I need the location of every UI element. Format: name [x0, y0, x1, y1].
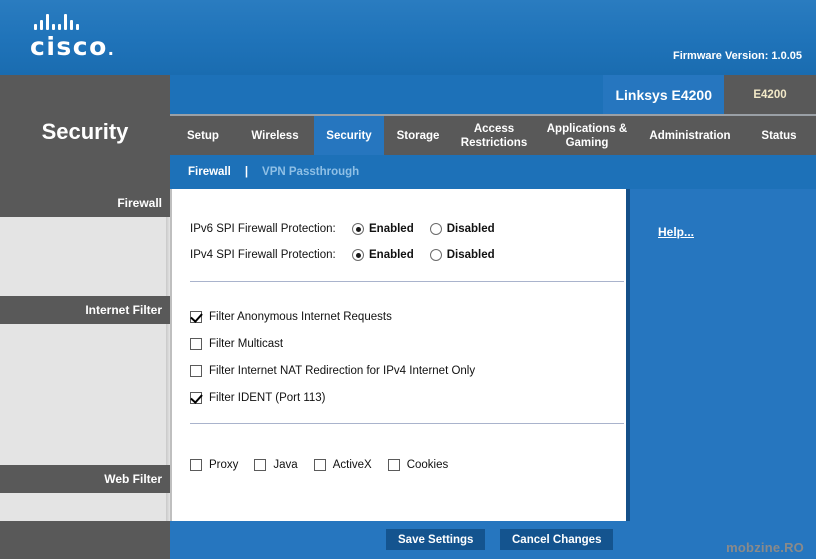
- model-name: Linksys E4200: [603, 75, 724, 114]
- internet-filter-label-2: Filter Internet NAT Redirection for IPv4…: [209, 365, 476, 377]
- internet-filter-row-0[interactable]: Filter Anonymous Internet Requests: [190, 311, 392, 323]
- ipv4-spi-row: IPv4 SPI Firewall Protection: Enabled Di…: [190, 249, 511, 261]
- web-filter-label-1: Java: [273, 459, 298, 471]
- ipv4-spi-label: IPv4 SPI Firewall Protection:: [190, 249, 336, 261]
- web-filter-list: Proxy Java ActiveX Cookies: [190, 459, 464, 471]
- cisco-logo: cisco.: [28, 14, 148, 61]
- web-filter-item-cookies[interactable]: Cookies: [387, 459, 449, 471]
- internet-filter-checkbox-3[interactable]: [190, 392, 202, 404]
- ipv4-spi-disabled-radio[interactable]: [429, 249, 442, 261]
- web-filter-item-activex[interactable]: ActiveX: [313, 459, 372, 471]
- footer-bar: Save Settings Cancel Changes mobzine.RO: [170, 521, 816, 559]
- sub-nav-bar[interactable]: Firewall | VPN Passthrough: [170, 155, 816, 189]
- router-admin-page: cisco. Firmware Version: 1.0.05 Security…: [0, 0, 816, 559]
- cisco-wordmark: cisco.: [28, 32, 148, 61]
- help-link[interactable]: Help...: [658, 225, 694, 239]
- ipv6-spi-disabled-label: Disabled: [446, 223, 495, 235]
- ipv6-spi-radio-group[interactable]: Enabled Disabled: [352, 223, 511, 235]
- firmware-version: Firmware Version: 1.0.05: [672, 50, 802, 62]
- internet-filter-label-1: Filter Multicast: [209, 338, 284, 350]
- tab-access-restrictions[interactable]: Access Restrictions: [452, 116, 536, 157]
- model-row: Linksys E4200 E4200: [170, 75, 816, 114]
- ipv6-spi-enabled-label: Enabled: [369, 223, 414, 235]
- cancel-changes-button[interactable]: Cancel Changes: [500, 529, 614, 550]
- internet-filter-checkbox-0[interactable]: [190, 311, 202, 323]
- settings-content-panel: IPv6 SPI Firewall Protection: Enabled Di…: [170, 189, 626, 521]
- tab-setup[interactable]: Setup: [170, 116, 236, 157]
- web-filter-checkbox-3[interactable]: [387, 459, 400, 471]
- tab-administration[interactable]: Administration: [638, 116, 742, 157]
- tab-applications-gaming[interactable]: Applications & Gaming: [536, 116, 638, 157]
- web-filter-label-0: Proxy: [209, 459, 239, 471]
- tab-security[interactable]: Security: [314, 116, 384, 157]
- ipv4-spi-enabled-option[interactable]: Enabled: [352, 249, 414, 261]
- ipv4-spi-disabled-option[interactable]: Disabled: [429, 249, 495, 261]
- ipv6-spi-label: IPv6 SPI Firewall Protection:: [190, 223, 336, 235]
- internet-filter-checkbox-1[interactable]: [190, 338, 202, 350]
- ipv6-spi-enabled-option[interactable]: Enabled: [352, 223, 414, 235]
- sidebar-section-firewall: Firewall: [0, 189, 170, 217]
- tab-wireless[interactable]: Wireless: [236, 116, 314, 157]
- divider-internet-filter: [190, 423, 624, 424]
- tab-storage[interactable]: Storage: [384, 116, 452, 157]
- internet-filter-label-0: Filter Anonymous Internet Requests: [209, 311, 392, 323]
- cisco-wordmark-dot: .: [107, 40, 116, 59]
- cisco-wordmark-text: cisco: [30, 32, 108, 61]
- main-tab-bar[interactable]: Setup Wireless Security Storage Access Restr…: [170, 114, 816, 157]
- sidebar: Firewall Internet Filter Web Filter: [0, 189, 170, 559]
- sidebar-section-web-filter: Web Filter: [0, 465, 170, 493]
- ipv4-spi-radio-group[interactable]: Enabled Disabled: [352, 249, 511, 261]
- ipv4-spi-enabled-radio[interactable]: [352, 249, 364, 261]
- web-filter-label-2: ActiveX: [332, 459, 372, 471]
- sub-nav-item-vpn-passthrough[interactable]: VPN Passthrough: [262, 166, 359, 178]
- watermark: mobzine.RO: [726, 540, 804, 555]
- internet-filter-row-1[interactable]: Filter Multicast: [190, 338, 283, 350]
- web-filter-checkbox-2[interactable]: [313, 459, 326, 471]
- ipv4-spi-disabled-label: Disabled: [446, 249, 495, 261]
- ipv4-spi-enabled-label: Enabled: [369, 249, 414, 261]
- model-code: E4200: [724, 75, 816, 114]
- web-filter-item-java[interactable]: Java: [254, 459, 298, 471]
- internet-filter-label-3: Filter IDENT (Port 113): [209, 392, 326, 404]
- save-settings-button[interactable]: Save Settings: [386, 529, 486, 550]
- web-filter-checkbox-1[interactable]: [254, 459, 267, 471]
- ipv6-spi-disabled-option[interactable]: Disabled: [429, 223, 495, 235]
- internet-filter-checkbox-2[interactable]: [190, 365, 202, 377]
- sub-nav-item-firewall[interactable]: Firewall: [188, 166, 231, 178]
- internet-filter-row-2[interactable]: Filter Internet NAT Redirection for IPv4…: [190, 365, 475, 377]
- page-title: Security: [0, 75, 170, 189]
- ipv6-spi-disabled-radio[interactable]: [429, 223, 442, 235]
- help-panel: Help...: [626, 189, 816, 521]
- sub-nav-separator: |: [244, 166, 249, 178]
- footer-left-fill: [0, 521, 170, 559]
- web-filter-item-proxy[interactable]: Proxy: [190, 459, 238, 471]
- web-filter-checkbox-0[interactable]: [190, 459, 202, 471]
- ipv6-spi-row: IPv6 SPI Firewall Protection: Enabled Di…: [190, 223, 511, 235]
- internet-filter-row-3[interactable]: Filter IDENT (Port 113): [190, 392, 326, 404]
- sidebar-section-internet-filter: Internet Filter: [0, 296, 170, 324]
- brand-banner: cisco. Firmware Version: 1.0.05: [0, 0, 816, 75]
- cisco-bars-icon: [28, 14, 148, 30]
- divider-firewall: [190, 281, 624, 282]
- tab-status[interactable]: Status: [742, 116, 816, 157]
- ipv6-spi-enabled-radio[interactable]: [352, 223, 364, 235]
- web-filter-label-3: Cookies: [406, 459, 449, 471]
